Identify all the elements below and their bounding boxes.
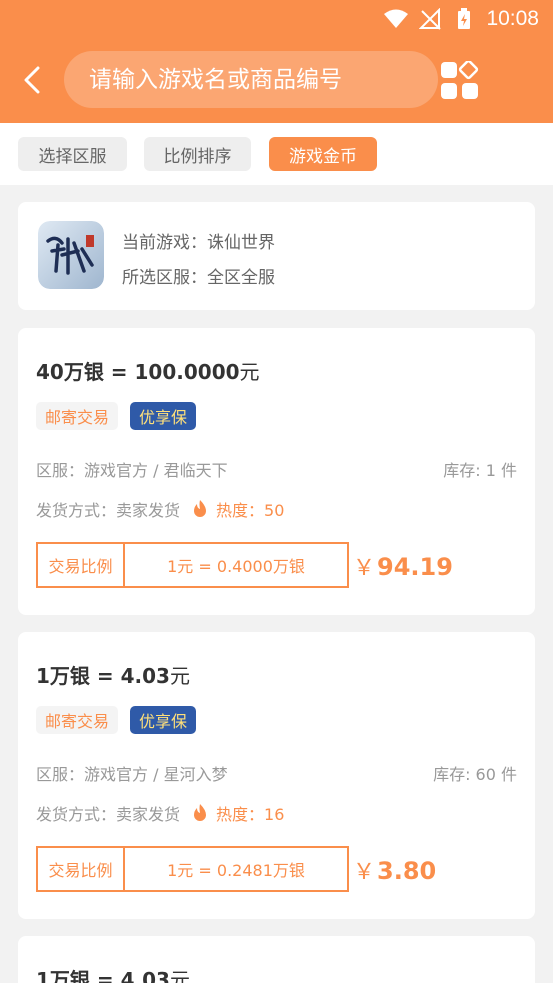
back-button[interactable] — [14, 59, 50, 101]
search-input[interactable] — [89, 66, 438, 93]
game-logo — [38, 221, 104, 289]
heat-text: 热度：50 — [216, 501, 285, 520]
server-text: 区服：游戏官方 / 君临天下 — [36, 461, 228, 480]
selected-server-text: 所选区服：全区全服 — [122, 268, 275, 288]
server-row: 区服：游戏官方 / 君临天下 库存: 1 件 — [36, 457, 517, 481]
status-bar: 10:08 — [0, 0, 553, 37]
listing-tags: 邮寄交易 优享保 — [36, 706, 197, 734]
chevron-left-icon — [24, 66, 40, 94]
listing-price: ￥ 94.19 — [353, 550, 453, 582]
trade-ratio-box: 交易比例 1元 = 0.2481万银 — [36, 846, 349, 892]
server-row: 区服：游戏官方 / 星河入梦 库存: 60 件 — [36, 761, 517, 785]
trade-ratio-label: 交易比例 — [38, 848, 125, 890]
filter-ratio-sort[interactable]: 比例排序 — [144, 137, 251, 171]
battery-charging-icon — [452, 7, 476, 30]
listing-card[interactable]: 1万银 = 4.03元 邮寄交易 优享保 区服：游戏官方 / 星河入梦 库存: … — [18, 632, 535, 919]
delivery-row: 发货方式：卖家发货 热度：50 — [36, 497, 517, 521]
server-text: 区服：游戏官方 / 星河入梦 — [36, 765, 228, 784]
trade-ratio-label: 交易比例 — [38, 544, 125, 586]
mail-trade-tag: 邮寄交易 — [36, 402, 119, 430]
search-box[interactable] — [64, 51, 438, 108]
clock-time: 10:08 — [486, 6, 539, 30]
listing-price: ￥ 3.80 — [353, 854, 436, 886]
flame-icon — [194, 804, 207, 821]
category-grid-icon — [441, 59, 479, 99]
listing-card[interactable]: 40万银 = 100.0000元 邮寄交易 优享保 区服：游戏官方 / 君临天下… — [18, 328, 535, 615]
trade-ratio-value: 1元 = 0.4000万银 — [167, 557, 305, 576]
premium-guarantee-tag: 优享保 — [130, 706, 197, 734]
app-header — [0, 37, 553, 123]
delivery-text: 发货方式：卖家发货 — [36, 805, 181, 824]
stock-text: 库存: 1 件 — [443, 461, 517, 480]
flame-icon — [194, 500, 207, 517]
no-signal-icon — [418, 7, 442, 30]
filter-select-server[interactable]: 选择区服 — [18, 137, 127, 171]
trade-ratio-box: 交易比例 1元 = 0.4000万银 — [36, 542, 349, 588]
listing-tags: 邮寄交易 优享保 — [36, 402, 197, 430]
heat-text: 热度：16 — [216, 805, 285, 824]
yen-symbol: ￥ — [353, 556, 376, 581]
filter-bar: 选择区服 比例排序 游戏金币 — [0, 123, 553, 185]
listing-title: 1万银 = 4.03元 — [36, 664, 190, 688]
listing-card[interactable]: 1万银 = 4.03元 — [18, 936, 535, 983]
listing-title: 40万银 = 100.0000元 — [36, 360, 260, 384]
stock-text: 库存: 60 件 — [433, 765, 517, 784]
mail-trade-tag: 邮寄交易 — [36, 706, 119, 734]
trade-ratio-value: 1元 = 0.2481万银 — [167, 861, 305, 880]
price-value: 3.80 — [377, 857, 437, 885]
yen-symbol: ￥ — [353, 860, 376, 885]
price-value: 94.19 — [377, 553, 453, 581]
current-game-text: 当前游戏：诛仙世界 — [122, 233, 275, 253]
heat-indicator: 热度：16 — [192, 801, 284, 825]
filter-game-coin[interactable]: 游戏金币 — [269, 137, 377, 171]
current-game-card[interactable]: 当前游戏：诛仙世界 所选区服：全区全服 — [18, 202, 535, 310]
listing-title: 1万银 = 4.03元 — [36, 968, 190, 983]
category-grid-button[interactable] — [440, 59, 480, 101]
wifi-icon — [384, 8, 409, 30]
premium-guarantee-tag: 优享保 — [130, 402, 197, 430]
delivery-row: 发货方式：卖家发货 热度：16 — [36, 801, 517, 825]
delivery-text: 发货方式：卖家发货 — [36, 501, 181, 520]
game-info: 当前游戏：诛仙世界 所选区服：全区全服 — [122, 226, 275, 296]
heat-indicator: 热度：50 — [192, 497, 284, 521]
